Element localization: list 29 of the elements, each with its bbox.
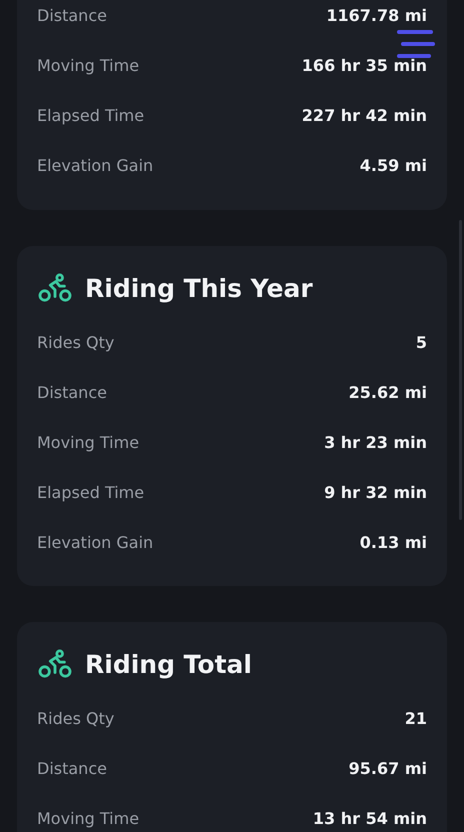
card-title: Riding This Year xyxy=(85,274,313,302)
stat-value: 0.13 mi xyxy=(360,532,427,552)
stat-value: 1167.78 mi xyxy=(326,6,427,24)
stat-value: 5 xyxy=(416,332,427,352)
stat-value: 21 xyxy=(404,708,427,728)
stat-label: Moving Time xyxy=(37,432,140,452)
stat-value: 9 hr 32 min xyxy=(324,482,427,502)
stat-label: Distance xyxy=(37,6,107,24)
stat-value: 166 hr 35 min xyxy=(302,56,427,74)
cyclist-icon xyxy=(37,273,73,303)
stat-label: Moving Time xyxy=(37,56,140,74)
stat-value: 227 hr 42 min xyxy=(302,106,427,124)
stat-value: 3 hr 23 min xyxy=(324,432,427,452)
stat-label: Elevation Gain xyxy=(37,156,154,174)
cyclist-icon xyxy=(37,649,73,679)
menu-icon[interactable] xyxy=(397,29,435,59)
stat-label: Rides Qty xyxy=(37,332,114,352)
stat-label: Elevation Gain xyxy=(37,532,154,552)
stat-value: 4.59 mi xyxy=(360,156,427,174)
card-title: Riding Total xyxy=(85,650,252,678)
stat-label: Elapsed Time xyxy=(37,482,144,502)
stat-label: Distance xyxy=(37,758,107,778)
stat-value: 95.67 mi xyxy=(348,758,427,778)
stat-label: Moving Time xyxy=(37,808,140,828)
stat-value: 25.62 mi xyxy=(348,382,427,402)
stat-label: Elapsed Time xyxy=(37,106,144,124)
stat-label: Rides Qty xyxy=(37,708,114,728)
stat-value: 13 hr 54 min xyxy=(312,808,427,828)
stat-label: Distance xyxy=(37,382,107,402)
